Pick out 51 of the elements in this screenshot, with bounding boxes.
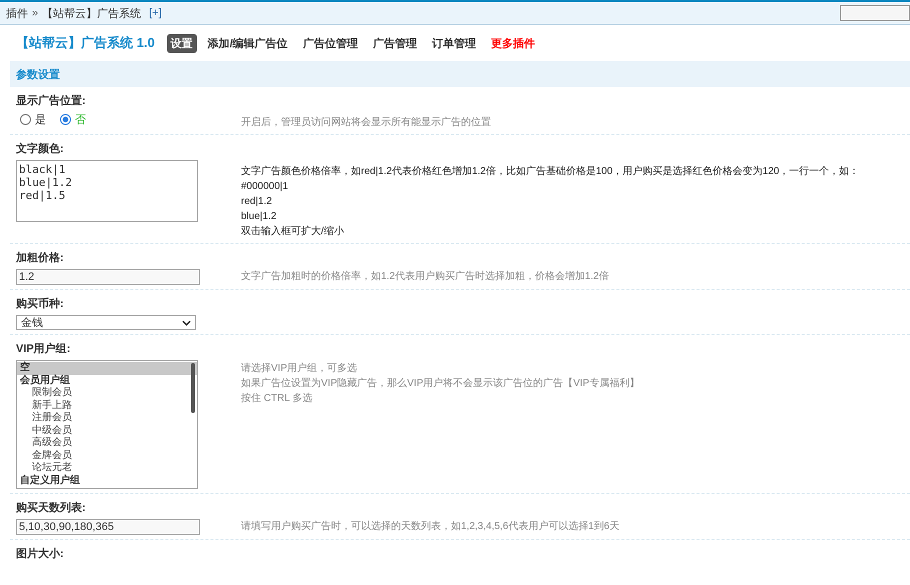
search-field[interactable] — [840, 5, 910, 21]
list-option[interactable]: 高级会员 — [17, 437, 197, 450]
help-text: blue|1.2 — [241, 210, 278, 224]
plugin-title: 【站帮云】广告系统 1.0 — [16, 34, 155, 52]
list-option[interactable]: 新手上路 — [17, 400, 197, 412]
breadcrumb-separator: » — [32, 7, 38, 19]
nav-tab[interactable]: 设置 — [166, 34, 197, 52]
setting-label: 显示广告位置: — [16, 94, 87, 109]
list-option[interactable]: 空 — [17, 362, 197, 374]
help-text: 文字广告加粗时的价格倍率，如1.2代表用户购买广告时选择加粗，价格会增加1.2倍 — [241, 270, 609, 284]
setting-label: 加粗价格: — [16, 250, 65, 266]
help-text: 开启后，管理员访问网站将会显示所有能显示广告的位置 — [241, 116, 491, 130]
setting-label: 文字颜色: — [16, 142, 65, 157]
setting-label: 图片大小: — [16, 546, 65, 562]
breadcrumb-current: 【站帮云】广告系统 — [42, 6, 142, 20]
dropdown[interactable]: 金钱 — [16, 315, 196, 330]
nav-tab[interactable]: 添加/编辑广告位 — [204, 34, 292, 52]
help-text: #000000|1 — [241, 180, 290, 194]
nav-tab[interactable]: 更多插件 — [486, 34, 539, 52]
setting-label: VIP用户组: — [16, 342, 72, 357]
help-text: 文字广告颜色价格倍率，如red|1.2代表价格红色增加1.2倍，比如广告基础价格是100，用户购买是选择红色价格会变为120，一行一个，如： — [241, 164, 860, 179]
radio-button[interactable] — [20, 114, 31, 125]
list-option[interactable]: 会员用户组 — [17, 374, 197, 387]
add-link[interactable]: [+] — [149, 7, 162, 19]
nav-tab[interactable]: 订单管理 — [428, 34, 480, 52]
text-area[interactable]: black|1 blue|1.2 red|1.5 — [16, 160, 198, 222]
list-option[interactable]: 金牌会员 — [17, 450, 197, 462]
help-text: 按住 CTRL 多选 — [241, 392, 314, 406]
radio-label[interactable]: 是 — [35, 114, 46, 126]
setting-label: 购买天数列表: — [16, 500, 87, 516]
scrollbar-thumb[interactable] — [191, 363, 195, 413]
nav-tab[interactable]: 广告位管理 — [298, 34, 362, 52]
text-input[interactable]: 1.2 — [16, 269, 200, 285]
caret-icon — [182, 320, 191, 326]
help-text: 如果广告位设置为VIP隐藏广告，那么VIP用户将不会显示该广告位的广告【VIP专属福利】 — [241, 376, 640, 391]
list-option[interactable]: 论坛元老 — [17, 462, 197, 474]
help-text: 请填写用户购买广告时，可以选择的天数列表，如1,2,3,4,5,6代表用户可以选择1到6天 — [241, 520, 620, 534]
list-option[interactable]: 注册会员 — [17, 412, 197, 424]
nav-tab[interactable]: 广告管理 — [368, 34, 421, 52]
list-option[interactable]: 自定义用户组 — [17, 474, 197, 487]
section-title: 参数设置 — [16, 68, 60, 82]
help-text: 请选择VIP用户组，可多选 — [241, 362, 358, 376]
help-text: red|1.2 — [241, 195, 273, 209]
list-option[interactable]: 限制会员 — [17, 387, 197, 400]
radio-button[interactable] — [60, 114, 71, 125]
list-option[interactable]: 中级会员 — [17, 424, 197, 437]
breadcrumb-link[interactable]: 插件 — [6, 6, 28, 20]
list-box[interactable]: 空 会员用户组 限制会员 新手上路 注册会员 中级会员 高级会员 金牌会员 论坛元老 自定义用户组 — [16, 360, 198, 489]
text-input[interactable]: 5,10,30,90,180,365 — [16, 519, 200, 535]
help-text: 双击输入框可扩大/缩小 — [241, 224, 345, 239]
setting-label: 购买币种: — [16, 296, 65, 312]
